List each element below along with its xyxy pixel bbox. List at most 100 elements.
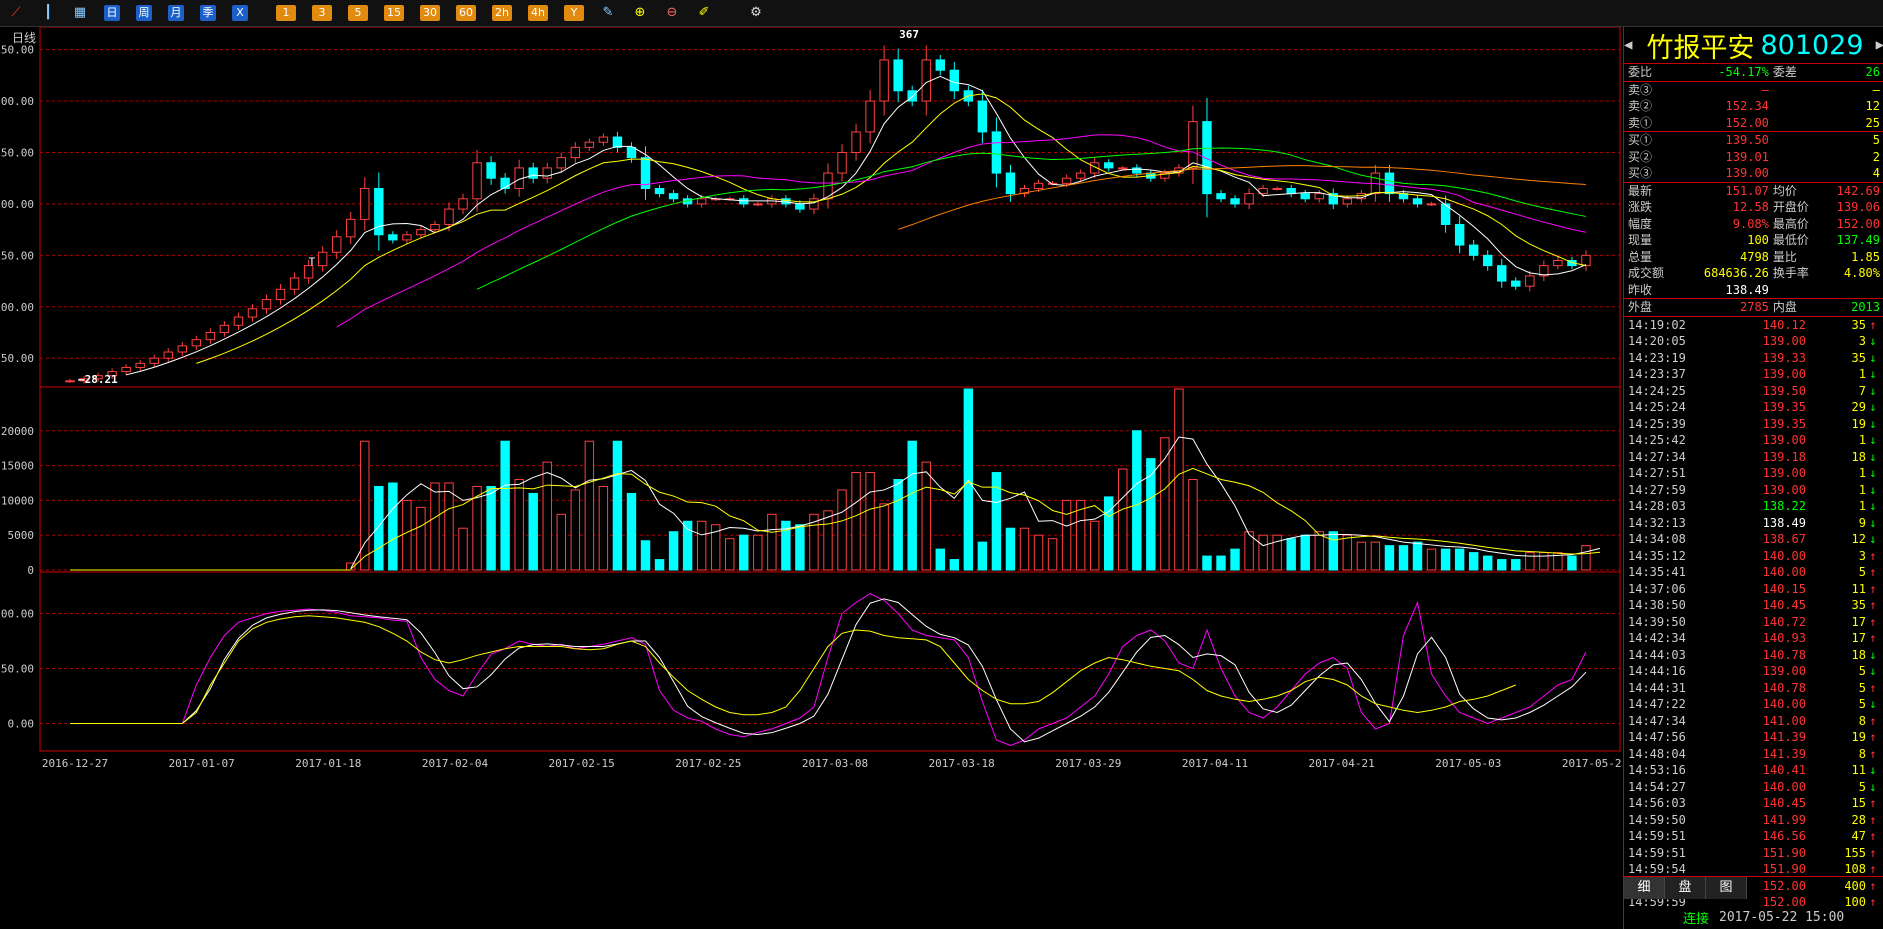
candle-body — [430, 223, 440, 231]
zoom-in-icon[interactable]: ⊕ — [632, 5, 648, 21]
candle-body — [1300, 193, 1310, 200]
tick-price: 140.15 — [1762, 581, 1806, 596]
tick-qty: 7 — [1858, 383, 1866, 398]
candle-body — [205, 331, 216, 341]
status-time: 2017-05-22 15:00 — [1719, 909, 1845, 925]
candle-body — [289, 277, 300, 290]
buy-qty: 2 — [1872, 149, 1880, 164]
out-label: 外盘 — [1628, 300, 1653, 314]
tick-price: 140.78 — [1762, 647, 1806, 662]
candle-body — [177, 345, 188, 353]
tick-price: 140.45 — [1762, 796, 1806, 810]
tick-time: 14:35:12 — [1628, 548, 1686, 563]
minute-button-1[interactable]: 1 — [276, 5, 296, 21]
candle-body — [696, 198, 707, 205]
tick-time: 14:44:03 — [1628, 647, 1686, 662]
volume-bar — [1132, 430, 1142, 571]
period-button-month[interactable]: 月 — [168, 5, 184, 21]
tick-row: 14:44:16 139.00 5 ↓ — [1624, 663, 1883, 680]
chart-line-icon[interactable]: ⟋ — [8, 5, 24, 21]
zoom-out-icon[interactable]: ⊖ — [664, 5, 680, 21]
candle-icon[interactable]: ┃ — [40, 5, 56, 21]
quote-label: 总量 — [1628, 249, 1653, 264]
tick-direction-icon: ↑ — [1869, 317, 1877, 332]
tick-direction-icon: ↓ — [1869, 515, 1877, 530]
tick-qty: 19 — [1851, 730, 1866, 744]
tick-list[interactable]: 14:19:02 140.12 35 ↑ 14:20:05 139.00 3 ↓ 14:23:1… — [1624, 317, 1883, 911]
candle-body — [1075, 172, 1086, 179]
tick-time: 14:59:50 — [1628, 812, 1686, 827]
ma-line — [336, 134, 1587, 328]
calendar-icon[interactable]: ▦ — [72, 5, 88, 21]
tick-direction-icon: ↑ — [1869, 796, 1877, 810]
draw-icon[interactable]: ✎ — [600, 5, 616, 21]
prev-stock-icon[interactable]: ◀ — [1624, 37, 1632, 53]
period-button-x[interactable]: X — [232, 5, 248, 21]
volume-bar — [725, 538, 735, 571]
minute-button-60[interactable]: 60 — [456, 5, 476, 21]
price-tick-label: 200.00 — [0, 198, 34, 211]
volume-bar — [1019, 527, 1030, 571]
volume-bar — [542, 461, 552, 571]
tick-row: 14:25:42 139.00 1 ↓ — [1624, 432, 1883, 449]
tick-direction-icon: ↓ — [1869, 532, 1877, 546]
candle-body — [921, 59, 931, 102]
tab-detail[interactable]: 细 — [1624, 877, 1665, 899]
tick-time: 14:42:34 — [1628, 631, 1686, 645]
buy-price: 139.00 — [1725, 166, 1769, 180]
tick-price: 140.12 — [1762, 317, 1806, 332]
date-label: 2017-04-21 — [1309, 757, 1375, 770]
tick-time: 14:38:50 — [1628, 598, 1686, 612]
candle-body — [1553, 259, 1563, 267]
tick-time: 14:39:50 — [1628, 614, 1686, 629]
volume-tick-label: 0 — [27, 564, 34, 577]
tab-chart[interactable]: 图 — [1706, 877, 1747, 899]
tick-price: 139.18 — [1762, 449, 1806, 464]
tab-book[interactable]: 盘 — [1665, 877, 1706, 899]
minute-button-15[interactable]: 15 — [384, 5, 404, 21]
edit-icon[interactable]: ✐ — [696, 5, 712, 21]
volume-bar — [1118, 468, 1128, 571]
volume-bar — [1188, 479, 1198, 571]
quote-row: 昨收 138.49 — [1624, 282, 1883, 299]
hour-button-4h[interactable]: 4h — [528, 5, 548, 21]
stock-name: 竹报平安 — [1646, 32, 1755, 64]
candle-body — [416, 229, 426, 236]
candle-body — [1581, 254, 1591, 267]
tick-price: 140.00 — [1762, 779, 1806, 794]
tick-direction-icon: ↓ — [1869, 334, 1877, 348]
candle-body — [65, 380, 75, 383]
ratio-value: -54.17% — [1718, 65, 1769, 79]
volume-bar — [1314, 531, 1324, 571]
minute-button-30[interactable]: 30 — [420, 5, 440, 21]
kline-chart[interactable]: 350.00 300.00 250.00 200.00 150.00 100.00 50.0… — [0, 27, 1622, 905]
period-button-quarter[interactable]: 季 — [200, 5, 216, 21]
period-button-week[interactable]: 周 — [136, 5, 152, 21]
buy-row: 买③ 139.00 4 — [1624, 165, 1883, 182]
tick-price: 141.99 — [1762, 812, 1806, 827]
tick-qty: 28 — [1851, 812, 1866, 827]
volume-bar — [1539, 552, 1549, 571]
hour-button-2h[interactable]: 2h — [492, 5, 512, 21]
minute-button-5[interactable]: 5 — [348, 5, 368, 21]
sell-spacer — [1769, 98, 1833, 115]
buy-label: 买① — [1628, 133, 1653, 147]
candle-body — [668, 193, 679, 200]
tick-time: 14:47:22 — [1628, 697, 1686, 711]
volume-bar — [1384, 545, 1395, 571]
osc-tick-label: 50.00 — [1, 663, 34, 676]
candle-body — [1286, 187, 1296, 195]
period-button-day[interactable]: 日 — [104, 5, 120, 21]
candle-body — [949, 69, 960, 92]
candle-body — [1426, 203, 1437, 206]
volume-bar — [949, 559, 960, 571]
minute-button-3[interactable]: 3 — [312, 5, 332, 21]
next-stock-icon[interactable]: ▶ — [1876, 37, 1883, 53]
year-button[interactable]: Y — [564, 5, 584, 21]
quote-row: 成交额 684636.26 换手率 4.80% — [1624, 265, 1883, 282]
tick-row: 14:37:06 140.15 11 ↑ — [1624, 581, 1883, 598]
tick-qty: 5 — [1858, 680, 1866, 695]
tick-row: 14:47:22 140.00 5 ↓ — [1624, 696, 1883, 713]
quote-value: 9.08% — [1732, 216, 1769, 231]
settings-icon[interactable]: ⚙ — [748, 5, 764, 21]
